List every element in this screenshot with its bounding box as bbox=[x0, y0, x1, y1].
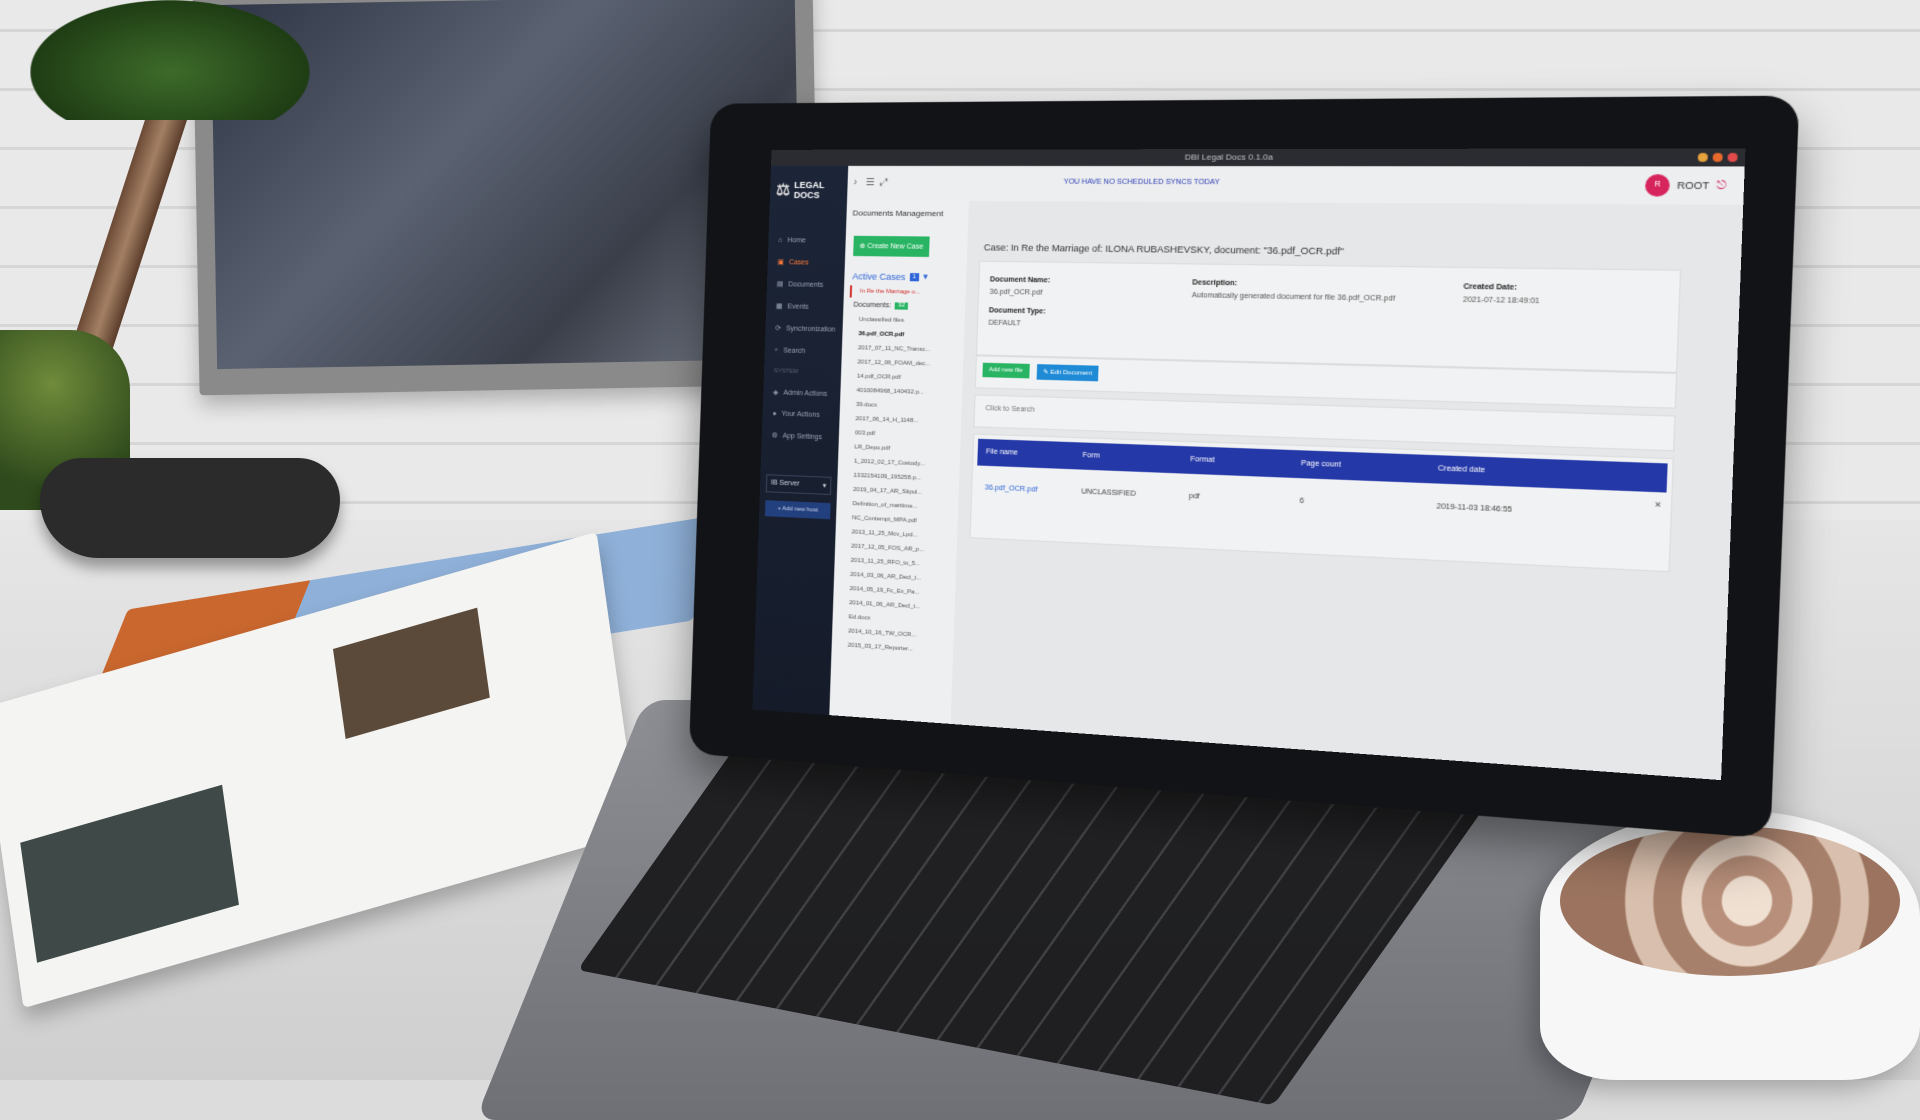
app-logo[interactable]: ⚖ LEGAL DOCS bbox=[776, 180, 842, 200]
game-controller bbox=[40, 458, 340, 558]
menu-icon[interactable]: ☰ bbox=[866, 177, 875, 188]
active-cases-count: 1 bbox=[909, 273, 919, 281]
column-file-name[interactable]: File name bbox=[986, 448, 1018, 456]
close-button[interactable] bbox=[1727, 153, 1737, 162]
user-icon: ● bbox=[772, 410, 776, 417]
window-titlebar: DBI Legal Docs 0.1.0a bbox=[771, 148, 1745, 166]
server-select[interactable]: IB Server ▾ bbox=[766, 474, 832, 495]
document-type-value: DEFAULT bbox=[988, 320, 1021, 328]
cell-created-date: 2019-11-03 18:46:55 bbox=[1436, 503, 1512, 514]
document-info-card: Document Name: 36.pdf_OCR.pdf Document T… bbox=[976, 261, 1681, 373]
main-content: Case: In Re the Marriage of: ILONA RUBAS… bbox=[951, 201, 1744, 780]
shield-icon: ◈ bbox=[773, 388, 779, 396]
search-input[interactable] bbox=[983, 404, 1312, 424]
coffee-cup bbox=[1540, 810, 1920, 1080]
document-name-value: 36.pdf_OCR.pdf bbox=[989, 289, 1042, 297]
edit-document-button[interactable]: ✎ Edit Document bbox=[1037, 364, 1099, 381]
sidebar-item-documents[interactable]: ▤ Documents bbox=[767, 273, 845, 296]
logo-text: LEGAL DOCS bbox=[794, 180, 825, 200]
avatar[interactable]: R bbox=[1645, 174, 1670, 196]
back-icon[interactable]: › bbox=[853, 177, 857, 188]
file-list: Unclassified files 36.pdf_OCR.pdf 2017_07_… bbox=[831, 313, 964, 660]
calendar-icon: ▦ bbox=[776, 302, 783, 310]
column-created-date[interactable]: Created date bbox=[1438, 465, 1486, 474]
column-format[interactable]: Format bbox=[1190, 456, 1215, 464]
documents-count: 32 bbox=[895, 302, 908, 309]
user-menu[interactable]: R ROOT ⎋ bbox=[1645, 174, 1727, 197]
created-date-value: 2021-07-12 18:49:01 bbox=[1463, 296, 1540, 305]
chevron-down-icon: ▾ bbox=[923, 271, 928, 282]
sidebar-item-app-settings[interactable]: ⚙ App Settings bbox=[761, 424, 839, 449]
sidebar-item-admin-actions[interactable]: ◈ Admin Actions bbox=[763, 381, 841, 405]
fullscreen-icon[interactable]: ⤢ bbox=[880, 177, 888, 188]
magazine-photo-room bbox=[20, 785, 239, 963]
case-heading: Case: In Re the Marriage of: ILONA RUBAS… bbox=[984, 242, 1344, 257]
cell-form: UNCLASSIFIED bbox=[1081, 488, 1136, 498]
sidebar-item-cases[interactable]: ▣ Cases bbox=[767, 251, 845, 274]
document-type-label: Document Type: bbox=[989, 307, 1046, 315]
search-icon: ⌕ bbox=[774, 346, 778, 354]
column-form[interactable]: Form bbox=[1082, 452, 1100, 460]
bonsai-leaves bbox=[30, 0, 310, 120]
files-table: File name Form Format Page count Created… bbox=[970, 433, 1675, 572]
sidebar-item-search[interactable]: ⌕ Search bbox=[764, 339, 842, 363]
cell-format: pdf bbox=[1189, 493, 1200, 501]
sidebar-section-label: SYSTEM bbox=[764, 361, 842, 383]
briefcase-icon: ▣ bbox=[777, 258, 784, 266]
home-icon: ⌂ bbox=[778, 237, 782, 244]
cell-page-count: 6 bbox=[1299, 497, 1304, 505]
scales-icon: ⚖ bbox=[776, 180, 791, 200]
window-controls bbox=[1698, 153, 1738, 162]
sidebar-item-home[interactable]: ⌂ Home bbox=[768, 230, 846, 252]
created-date-label: Created Date: bbox=[1463, 283, 1517, 291]
close-icon[interactable]: × bbox=[1655, 499, 1662, 510]
maximize-button[interactable] bbox=[1713, 153, 1723, 162]
documents-panel: Documents Management ⊕ Create New Case A… bbox=[829, 200, 970, 724]
chevron-down-icon: ▾ bbox=[823, 482, 827, 490]
column-page-count[interactable]: Page count bbox=[1301, 460, 1341, 469]
sidebar-item-your-actions[interactable]: ● Your Actions bbox=[762, 403, 840, 427]
sidebar-nav: ⌂ Home ▣ Cases ▤ Documents ▦ Events ⟳ Synchro… bbox=[761, 230, 846, 449]
gear-icon: ⚙ bbox=[771, 431, 777, 439]
description-label: Description: bbox=[1192, 279, 1237, 287]
document-name-label: Document Name: bbox=[990, 276, 1050, 284]
description-value: Automatically generated document for fil… bbox=[1192, 292, 1395, 303]
latte-art bbox=[1560, 826, 1900, 976]
sync-status-message: YOU HAVE NO SCHEDULED SYNCS TODAY bbox=[1064, 179, 1220, 187]
sidebar-item-events[interactable]: ▦ Events bbox=[766, 295, 844, 319]
magazine-photo-lamp bbox=[333, 608, 490, 739]
logout-icon[interactable]: ⎋ bbox=[1716, 179, 1726, 191]
active-cases-header[interactable]: Active Cases 1 ▾ bbox=[844, 266, 966, 287]
app-screen: DBI Legal Docs 0.1.0a ⚖ LEGAL DOCS ⌂ Home … bbox=[752, 148, 1745, 780]
window-title: DBI Legal Docs 0.1.0a bbox=[1185, 152, 1274, 162]
add-host-button[interactable]: + Add new host bbox=[765, 500, 831, 519]
sidebar-item-synchronization[interactable]: ⟳ Synchronization bbox=[765, 317, 843, 341]
minimize-button[interactable] bbox=[1698, 153, 1708, 162]
sync-icon: ⟳ bbox=[775, 324, 781, 332]
cell-file-name[interactable]: 36.pdf_OCR.pdf bbox=[985, 484, 1038, 493]
add-file-button[interactable]: Add new file bbox=[982, 363, 1029, 379]
user-name: ROOT bbox=[1677, 180, 1710, 191]
create-case-button[interactable]: ⊕ Create New Case bbox=[853, 236, 930, 257]
panel-title: Documents Management bbox=[846, 200, 969, 226]
file-icon: ▤ bbox=[777, 280, 784, 288]
